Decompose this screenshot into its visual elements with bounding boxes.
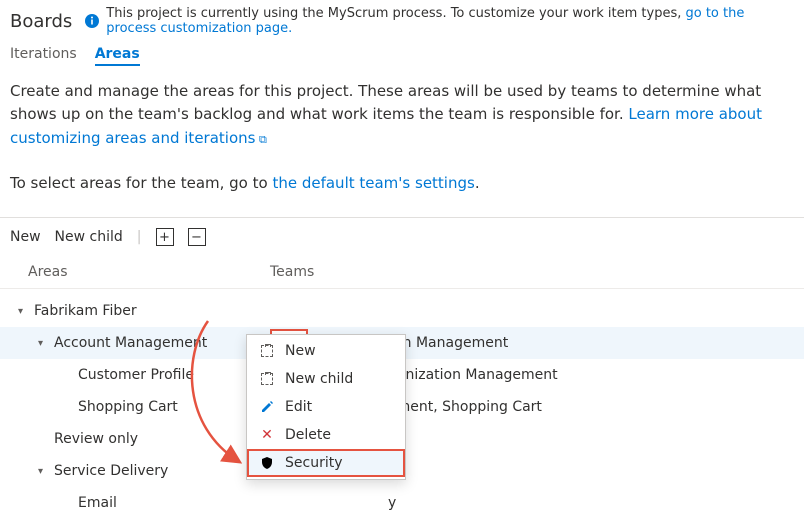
menu-label: Security <box>285 455 343 471</box>
collapse-all-button[interactable]: − <box>188 228 206 246</box>
area-label: Review only <box>54 431 138 447</box>
chevron-down-icon[interactable]: ▾ <box>38 338 50 349</box>
menu-label: New child <box>285 371 353 387</box>
team-settings-link[interactable]: the default team's settings <box>272 174 474 192</box>
area-label: Email <box>78 495 117 511</box>
teams-cell-text: y <box>388 495 396 511</box>
chevron-spacer <box>62 498 74 509</box>
area-label: Fabrikam Fiber <box>34 303 137 319</box>
info-icon <box>84 13 100 29</box>
grid-header: Areas Teams <box>0 256 804 289</box>
tab-iterations[interactable]: Iterations <box>10 46 77 66</box>
area-label: Service Delivery <box>54 463 168 479</box>
toolbar-separator: | <box>137 229 142 245</box>
tab-areas[interactable]: Areas <box>95 46 140 66</box>
external-link-icon: ⧉ <box>255 133 266 146</box>
menu-item-new-child[interactable]: New child <box>247 365 405 393</box>
x-icon: ✕ <box>259 427 275 443</box>
menu-item-new[interactable]: New <box>247 337 405 365</box>
menu-label: Delete <box>285 427 331 443</box>
toolbar: New New child | + − <box>10 218 794 256</box>
new-item-icon <box>259 343 275 359</box>
new-child-icon <box>259 371 275 387</box>
tabs: Iterations Areas <box>0 40 804 76</box>
pencil-icon <box>259 399 275 415</box>
menu-item-delete[interactable]: ✕ Delete <box>247 421 405 449</box>
menu-item-edit[interactable]: Edit <box>247 393 405 421</box>
period: . <box>475 174 480 192</box>
chevron-down-icon[interactable]: ▾ <box>38 466 50 477</box>
column-areas: Areas <box>10 264 270 280</box>
new-button[interactable]: New <box>10 229 41 245</box>
chevron-spacer <box>62 370 74 381</box>
area-label: Account Management <box>54 335 207 351</box>
new-child-button[interactable]: New child <box>55 229 123 245</box>
teams-cell-text: ganization Management <box>388 367 558 383</box>
menu-label: New <box>285 343 316 359</box>
intro-line2: To select areas for the team, go to <box>10 174 272 192</box>
chevron-spacer <box>62 402 74 413</box>
menu-label: Edit <box>285 399 312 415</box>
page-title: Boards <box>10 11 72 32</box>
area-label: Customer Profile <box>78 367 194 383</box>
context-menu: New New child Edit ✕ Delete Security <box>246 334 406 480</box>
teams-cell-text: ement, Shopping Cart <box>388 399 542 415</box>
tree-row[interactable]: Email y <box>0 487 804 519</box>
chevron-down-icon[interactable]: ▾ <box>18 306 30 317</box>
expand-all-button[interactable]: + <box>156 228 174 246</box>
menu-item-security[interactable]: Security <box>247 449 405 477</box>
info-text: This project is currently using the MySc… <box>106 6 685 21</box>
column-teams: Teams <box>270 264 794 280</box>
chevron-spacer <box>38 434 50 445</box>
area-label: Shopping Cart <box>78 399 178 415</box>
tree-row[interactable]: ▾ Fabrikam Fiber <box>0 295 804 327</box>
shield-icon <box>259 455 275 471</box>
info-bar: This project is currently using the MySc… <box>84 6 794 36</box>
